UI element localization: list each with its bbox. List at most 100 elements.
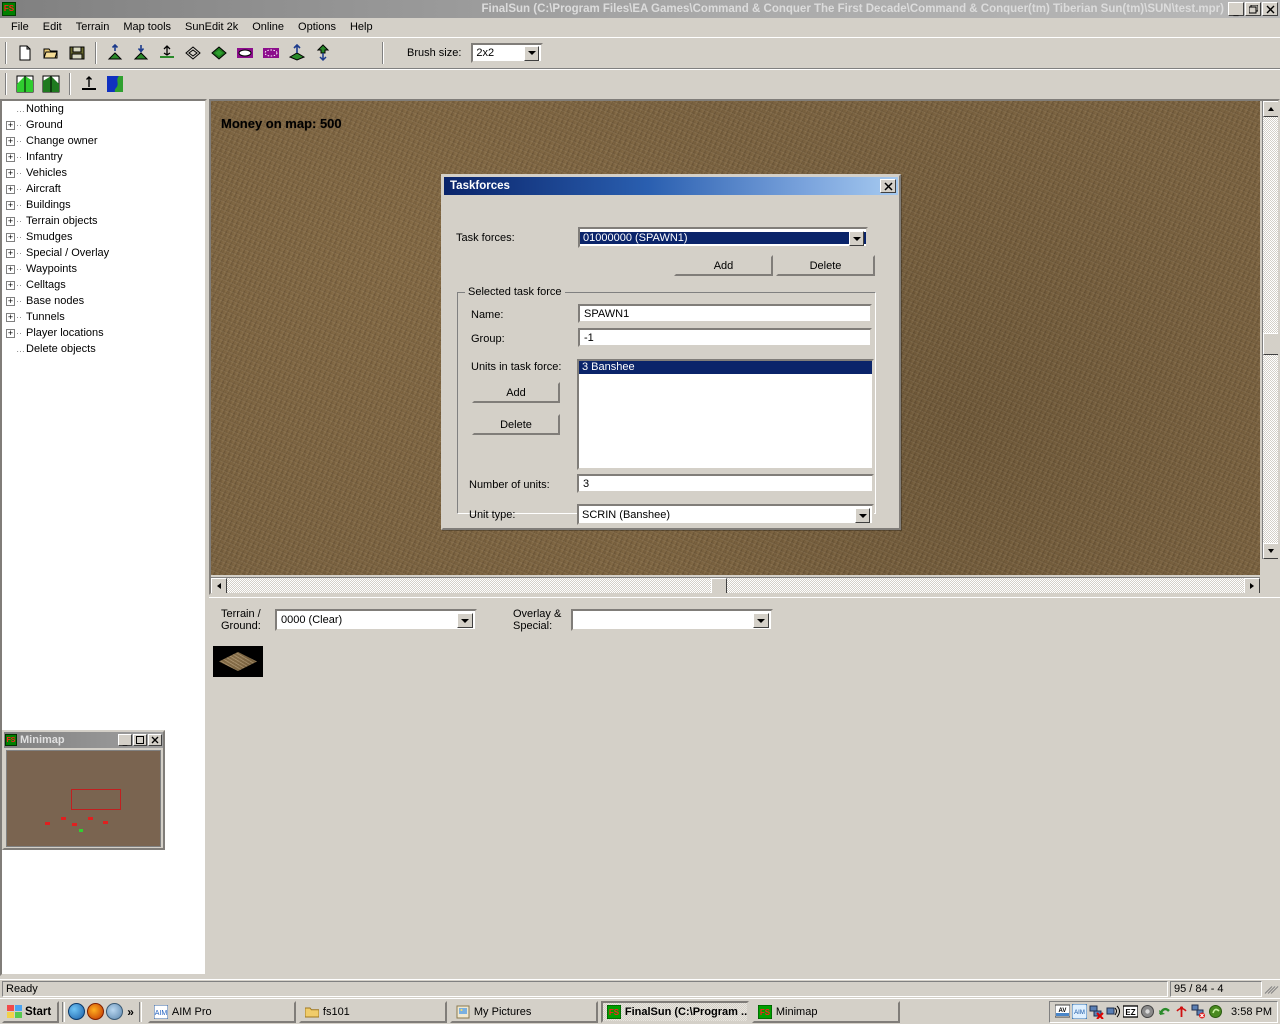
minimap-window[interactable]: FS Minimap _ bbox=[2, 730, 165, 850]
minimize-button[interactable]: _ bbox=[1228, 2, 1244, 16]
expand-icon[interactable]: + bbox=[6, 168, 15, 178]
number-of-units-field[interactable]: 3 bbox=[577, 474, 874, 493]
tile-outline-icon[interactable] bbox=[181, 41, 205, 65]
vertical-scroll-thumb[interactable] bbox=[1263, 333, 1278, 355]
taskbar-button-aim-pro[interactable]: AIM AIM Pro bbox=[147, 1000, 296, 1023]
minimap-canvas[interactable] bbox=[6, 750, 161, 847]
units-list-item[interactable]: 3 Banshee bbox=[579, 361, 872, 374]
restore-button[interactable] bbox=[1245, 2, 1261, 16]
taskbar-button-finalsun[interactable]: FS FinalSun (C:\Program ... bbox=[600, 1000, 749, 1023]
save-disk-icon[interactable] bbox=[65, 41, 89, 65]
menu-terrain[interactable]: Terrain bbox=[69, 19, 117, 35]
resize-grip-icon[interactable] bbox=[1262, 981, 1279, 997]
overlay-ellipse-dotted-icon[interactable] bbox=[259, 41, 283, 65]
taskbar-button-fs101[interactable]: fs101 bbox=[298, 1000, 447, 1023]
wireless-signal-icon[interactable] bbox=[1174, 1004, 1189, 1019]
tree-item-base-nodes[interactable]: + ·· Base nodes bbox=[2, 293, 205, 309]
menu-map-tools[interactable]: Map tools bbox=[116, 19, 178, 35]
raise-tiberium-icon[interactable] bbox=[285, 41, 309, 65]
slope-right-icon[interactable] bbox=[39, 72, 63, 96]
delete-taskforce-button[interactable]: Delete bbox=[776, 255, 875, 276]
tree-item-nothing[interactable]: … Nothing bbox=[2, 101, 205, 117]
taskbar-button-minimap[interactable]: FS Minimap bbox=[751, 1000, 900, 1023]
expand-icon[interactable]: + bbox=[6, 328, 15, 338]
network-config-icon[interactable] bbox=[1191, 1004, 1206, 1019]
overlay-ellipse-icon[interactable] bbox=[233, 41, 257, 65]
taskforces-dialog[interactable]: Taskforces Task forces: 01000000 (SPAWN1… bbox=[441, 174, 901, 530]
antivirus-icon[interactable]: AV bbox=[1054, 1004, 1071, 1019]
tile-filled-icon[interactable] bbox=[207, 41, 231, 65]
tree-item-player-locations[interactable]: + ·· Player locations bbox=[2, 325, 205, 341]
menu-options[interactable]: Options bbox=[291, 19, 343, 35]
open-folder-icon[interactable] bbox=[39, 41, 63, 65]
update-icon[interactable] bbox=[1157, 1004, 1172, 1019]
chevron-down-icon[interactable] bbox=[753, 613, 769, 628]
name-field[interactable]: SPAWN1 bbox=[578, 304, 872, 323]
expand-icon[interactable]: + bbox=[6, 312, 15, 322]
taskbar-button-my-pictures[interactable]: My Pictures bbox=[449, 1000, 598, 1023]
add-unit-button[interactable]: Add bbox=[472, 382, 560, 403]
start-button[interactable]: Start bbox=[2, 1000, 60, 1023]
new-file-icon[interactable] bbox=[13, 41, 37, 65]
tile-thumbnail-clear[interactable] bbox=[213, 646, 263, 677]
scroll-left-button[interactable] bbox=[211, 578, 227, 593]
expand-icon[interactable]: + bbox=[6, 136, 15, 146]
slope-left-icon[interactable] bbox=[13, 72, 37, 96]
lower-tiberium-icon[interactable] bbox=[311, 41, 335, 65]
tree-item-special-overlay[interactable]: + ·· Special / Overlay bbox=[2, 245, 205, 261]
scroll-up-button[interactable] bbox=[1263, 101, 1278, 117]
expand-icon[interactable]: + bbox=[6, 296, 15, 306]
expand-icon[interactable]: + bbox=[6, 248, 15, 258]
units-list[interactable]: 3 Banshee bbox=[577, 359, 874, 470]
chevron-down-icon[interactable] bbox=[524, 45, 540, 61]
tree-item-delete-objects[interactable]: … Delete objects bbox=[2, 341, 205, 357]
network-speaker-icon[interactable] bbox=[1106, 1004, 1121, 1019]
close-button[interactable] bbox=[1262, 2, 1278, 16]
flatten-ground-icon[interactable] bbox=[155, 41, 179, 65]
browser-icon[interactable] bbox=[87, 1003, 105, 1020]
menu-file[interactable]: File bbox=[4, 19, 36, 35]
group-field[interactable]: -1 bbox=[578, 328, 872, 347]
tree-item-infantry[interactable]: + ·· Infantry bbox=[2, 149, 205, 165]
tree-item-vehicles[interactable]: + ·· Vehicles bbox=[2, 165, 205, 181]
map-horizontal-scrollbar[interactable] bbox=[211, 577, 1260, 593]
quick-launch-overflow-chevron[interactable]: » bbox=[125, 1005, 136, 1019]
raise-cliff-icon[interactable] bbox=[77, 72, 101, 96]
task-forces-select[interactable]: 01000000 (SPAWN1) bbox=[578, 227, 868, 248]
expand-icon[interactable]: + bbox=[6, 184, 15, 194]
lower-ground-icon[interactable] bbox=[129, 41, 153, 65]
minimap-minimize-button[interactable]: _ bbox=[118, 734, 132, 746]
horizontal-scroll-thumb[interactable] bbox=[711, 578, 727, 593]
expand-icon[interactable]: + bbox=[6, 280, 15, 290]
expand-icon[interactable]: + bbox=[6, 232, 15, 242]
minimap-close-button[interactable] bbox=[148, 734, 162, 746]
scroll-down-button[interactable] bbox=[1263, 543, 1278, 559]
expand-icon[interactable]: + bbox=[6, 152, 15, 162]
chevron-down-icon[interactable] bbox=[457, 613, 473, 628]
map-vertical-scrollbar[interactable] bbox=[1262, 101, 1278, 559]
tree-item-celltags[interactable]: + ·· Celltags bbox=[2, 277, 205, 293]
water-icon[interactable] bbox=[103, 72, 127, 96]
volume-icon[interactable] bbox=[1140, 1004, 1155, 1019]
chevron-down-icon[interactable] bbox=[849, 231, 864, 246]
tree-item-terrain-objects[interactable]: + ·· Terrain objects bbox=[2, 213, 205, 229]
raise-ground-icon[interactable] bbox=[103, 41, 127, 65]
tree-item-waypoints[interactable]: + ·· Waypoints bbox=[2, 261, 205, 277]
minimap-maximize-button[interactable] bbox=[133, 734, 147, 746]
dialog-close-button[interactable] bbox=[880, 179, 896, 193]
overlay-special-select[interactable] bbox=[571, 609, 773, 631]
tree-item-change-owner[interactable]: + ·· Change owner bbox=[2, 133, 205, 149]
tree-item-buildings[interactable]: + ·· Buildings bbox=[2, 197, 205, 213]
taskbar-clock[interactable]: 3:58 PM bbox=[1225, 1006, 1272, 1018]
media-player-icon[interactable] bbox=[68, 1003, 86, 1020]
scroll-right-button[interactable] bbox=[1244, 578, 1260, 593]
menu-help[interactable]: Help bbox=[343, 19, 380, 35]
aim-tray-icon[interactable]: AIM bbox=[1071, 1003, 1088, 1020]
tile-thumbnail-strip[interactable] bbox=[212, 646, 1277, 686]
tree-item-ground[interactable]: + ·· Ground bbox=[2, 117, 205, 133]
brush-size-select[interactable]: 2x2 bbox=[471, 42, 544, 63]
menu-edit[interactable]: Edit bbox=[36, 19, 69, 35]
tree-item-tunnels[interactable]: + ·· Tunnels bbox=[2, 309, 205, 325]
tree-item-smudges[interactable]: + ·· Smudges bbox=[2, 229, 205, 245]
expand-icon[interactable]: + bbox=[6, 200, 15, 210]
